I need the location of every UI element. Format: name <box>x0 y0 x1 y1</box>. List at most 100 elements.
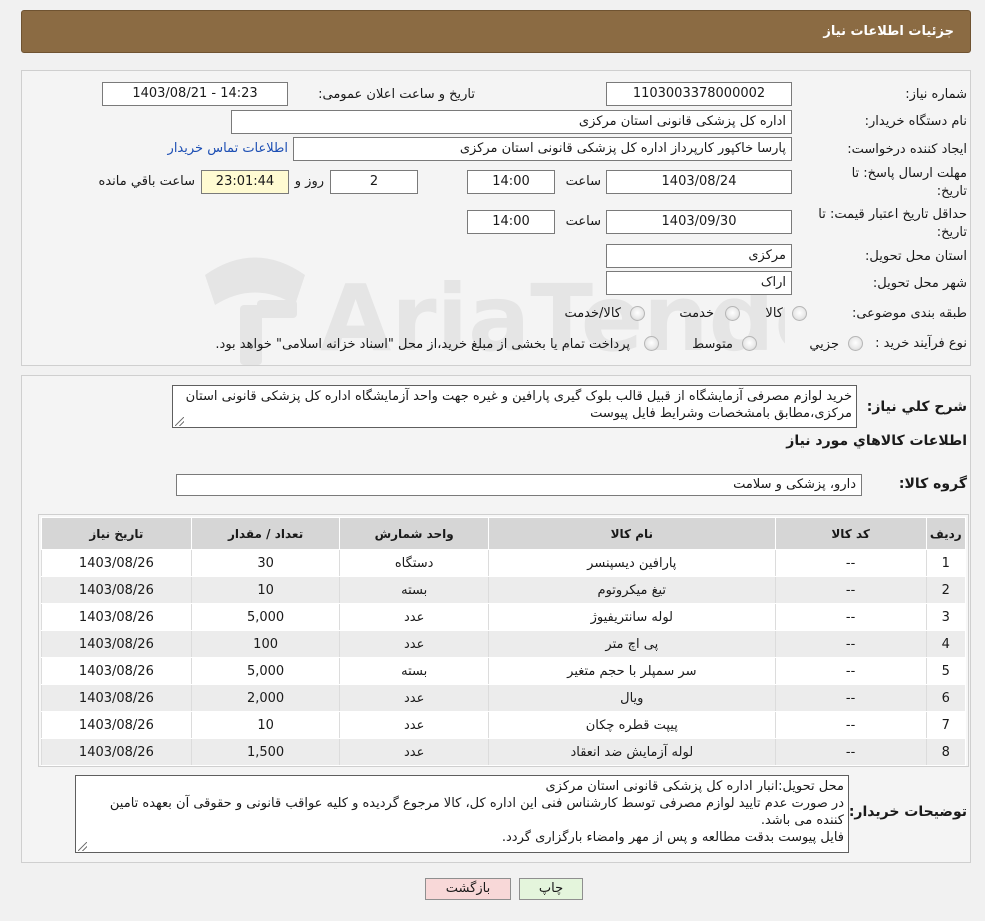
col-header-code: کد کالا <box>774 517 927 550</box>
treasury-checkbox[interactable] <box>644 336 659 351</box>
buyer-notes-label: توضیحات خریدار: <box>848 804 967 820</box>
buyer-contact-link[interactable]: اطلاعات تماس خریدار <box>168 141 288 156</box>
cell-row-number: 1 <box>925 549 967 577</box>
category-option-goods-service: کالا/خدمت <box>564 306 621 321</box>
goods-group-label: گروه کالا: <box>898 476 967 492</box>
cell-unit: عدد <box>339 603 489 631</box>
process-radio-medium[interactable] <box>742 336 757 351</box>
days-label: روز و <box>294 174 324 189</box>
buyer-notes-line: در صورت عدم تایید لوازم مصرفی توسط کارشن… <box>109 796 844 828</box>
cell-unit: دستگاه <box>339 549 489 577</box>
cell-code: -- <box>774 684 927 712</box>
col-header-name: نام کالا <box>487 517 776 550</box>
category-radio-goods[interactable] <box>792 306 807 321</box>
resize-grip-icon[interactable] <box>78 842 87 851</box>
cell-row-number: 4 <box>925 630 967 658</box>
remaining-label: ساعت باقي مانده <box>98 174 195 189</box>
cell-code: -- <box>774 576 927 604</box>
province-label: استان محل تحویل: <box>865 249 967 264</box>
reply-deadline-label: مهلت ارسال پاسخ: تا <box>851 166 967 181</box>
days-field: 2 <box>330 170 418 194</box>
description-label: شرح کلي نياز: <box>866 399 967 415</box>
process-note: پرداخت تمام یا بخشی از مبلغ خرید،از محل … <box>215 337 630 352</box>
cell-row-number: 3 <box>925 603 967 631</box>
process-option-minor: جزيي <box>809 337 839 352</box>
price-validity-label-2: تاریخ: <box>936 225 967 240</box>
category-label: طبقه بندی موضوعی: <box>851 306 967 321</box>
cell-name: پیپت قطره چکان <box>487 711 776 739</box>
col-header-quantity: تعداد / مقدار <box>190 517 341 550</box>
reply-time-label: ساعت <box>565 174 601 189</box>
announce-label: تاریخ و ساعت اعلان عمومی: <box>318 87 475 102</box>
table-row: 6 -- ویال عدد 2,000 1403/08/26 <box>41 684 967 712</box>
cell-row-number: 5 <box>925 657 967 685</box>
category-radio-goods-service[interactable] <box>630 306 645 321</box>
goods-group-field: دارو، پزشکی و سلامت <box>176 474 862 496</box>
table-row: 1 -- پارافین دیسپنسر دستگاه 30 1403/08/2… <box>41 549 967 577</box>
table-row: 4 -- پی اچ متر عدد 100 1403/08/26 <box>41 630 967 658</box>
need-number-field: 1103003378000002 <box>606 82 792 106</box>
category-option-service: خدمت <box>679 306 714 321</box>
city-field: اراک <box>606 271 792 295</box>
cell-need-date: 1403/08/26 <box>41 630 192 658</box>
description-textarea[interactable]: خرید لوازم مصرفی آزمایشگاه از قبیل قالب … <box>172 385 857 428</box>
price-validity-time-label: ساعت <box>565 214 601 229</box>
cell-code: -- <box>774 603 927 631</box>
price-validity-time-field: 14:00 <box>467 210 555 234</box>
cell-need-date: 1403/08/26 <box>41 738 192 766</box>
cell-name: لوله آزمایش ضد انعقاد <box>487 738 776 766</box>
process-radio-minor[interactable] <box>848 336 863 351</box>
reply-time-field: 14:00 <box>467 170 555 194</box>
table-header-row: ردیف کد کالا نام کالا واحد شمارش تعداد /… <box>41 517 967 550</box>
cell-name: ویال <box>487 684 776 712</box>
cell-quantity: 30 <box>190 549 341 577</box>
city-label: شهر محل تحویل: <box>872 276 967 291</box>
cell-row-number: 8 <box>925 738 967 766</box>
col-header-unit: واحد شمارش <box>339 517 489 550</box>
goods-section-title: اطلاعات کالاهاي مورد نياز <box>786 433 967 449</box>
cell-quantity: 100 <box>190 630 341 658</box>
cell-code: -- <box>774 630 927 658</box>
buyer-notes-line: فایل پیوست بدقت مطالعه و پس از مهر وامضا… <box>501 830 844 845</box>
cell-unit: بسته <box>339 657 489 685</box>
table-row: 2 -- تیغ میکروتوم بسته 10 1403/08/26 <box>41 576 967 604</box>
cell-code: -- <box>774 738 927 766</box>
resize-grip-icon[interactable] <box>175 417 184 426</box>
cell-quantity: 5,000 <box>190 603 341 631</box>
announce-field: 1403/08/21 - 14:23 <box>102 82 288 106</box>
price-validity-label: حداقل تاریخ اعتبار قیمت: تا <box>818 207 967 222</box>
cell-row-number: 6 <box>925 684 967 712</box>
cell-need-date: 1403/08/26 <box>41 576 192 604</box>
requester-label: ایجاد کننده درخواست: <box>847 142 967 157</box>
cell-name: پارافین دیسپنسر <box>487 549 776 577</box>
cell-need-date: 1403/08/26 <box>41 711 192 739</box>
table-row: 3 -- لوله سانتریفیوژ عدد 5,000 1403/08/2… <box>41 603 967 631</box>
print-button[interactable]: چاپ <box>519 878 583 900</box>
cell-quantity: 10 <box>190 711 341 739</box>
reply-date-field: 1403/08/24 <box>606 170 792 194</box>
process-option-medium: متوسط <box>692 337 733 352</box>
province-field: مرکزی <box>606 244 792 268</box>
col-header-row-number: ردیف <box>925 517 967 550</box>
cell-quantity: 1,500 <box>190 738 341 766</box>
remaining-time-field: 23:01:44 <box>201 170 289 194</box>
cell-name: پی اچ متر <box>487 630 776 658</box>
process-label: نوع فرآیند خرید : <box>875 336 967 351</box>
need-number-label: شماره نیاز: <box>905 87 967 102</box>
cell-name: لوله سانتریفیوژ <box>487 603 776 631</box>
table-row: 5 -- سر سمپلر با حجم متغیر بسته 5,000 14… <box>41 657 967 685</box>
buyer-org-field: اداره کل پزشکی قانونی استان مرکزی <box>231 110 792 134</box>
category-radio-service[interactable] <box>725 306 740 321</box>
cell-need-date: 1403/08/26 <box>41 549 192 577</box>
page-header: جزئیات اطلاعات نیاز <box>21 10 971 53</box>
cell-need-date: 1403/08/26 <box>41 603 192 631</box>
cell-row-number: 7 <box>925 711 967 739</box>
buyer-notes-textarea[interactable]: محل تحویل:انبار اداره کل پزشکی قانونی اس… <box>75 775 849 853</box>
description-text: خرید لوازم مصرفی آزمایشگاه از قبیل قالب … <box>185 389 852 421</box>
cell-unit: بسته <box>339 576 489 604</box>
items-table: ردیف کد کالا نام کالا واحد شمارش تعداد /… <box>41 517 967 766</box>
back-button[interactable]: بازگشت <box>425 878 511 900</box>
cell-code: -- <box>774 549 927 577</box>
requester-field: پارسا خاکپور کارپرداز اداره کل پزشکی قان… <box>293 137 792 161</box>
price-validity-date-field: 1403/09/30 <box>606 210 792 234</box>
